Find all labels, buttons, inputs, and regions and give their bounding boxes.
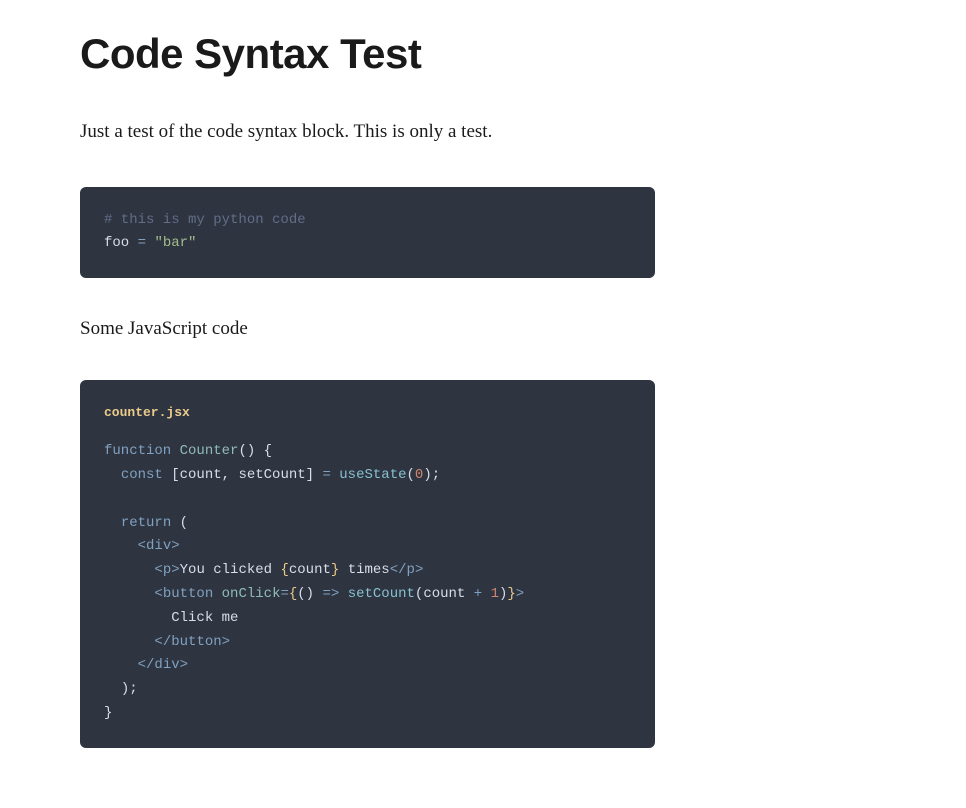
code-punct: ); [121, 681, 138, 697]
code-variable: foo [104, 235, 129, 251]
code-tag-bracket: </ [138, 657, 155, 673]
code-content: function Counter() { const [count, setCo… [104, 440, 631, 726]
code-filename: counter.jsx [104, 402, 631, 424]
code-operator: = [322, 467, 330, 483]
code-indent [104, 634, 154, 650]
code-indent [104, 586, 154, 602]
code-punct: () { [238, 443, 272, 459]
code-tag: button [163, 586, 213, 602]
code-punct: ( [171, 515, 188, 531]
code-punct: } [104, 705, 112, 721]
code-tag: p [163, 562, 171, 578]
code-tag-bracket: > [171, 562, 179, 578]
code-brace: } [507, 586, 515, 602]
code-variable: count [289, 562, 331, 578]
code-brace: { [280, 562, 288, 578]
code-tag-bracket: > [171, 538, 179, 554]
code-punct: ( [407, 467, 415, 483]
code-function-call: useState [339, 467, 406, 483]
code-tag-bracket: </ [154, 634, 171, 650]
code-variable: count [423, 586, 473, 602]
code-punct: () [297, 586, 314, 602]
code-space [213, 586, 221, 602]
code-space [171, 443, 179, 459]
code-block-jsx: counter.jsx function Counter() { const [… [80, 380, 655, 748]
code-indent [104, 681, 121, 697]
code-string: "bar" [154, 235, 196, 251]
code-indent [104, 562, 154, 578]
code-keyword: return [121, 515, 171, 531]
code-tag-bracket: < [154, 562, 162, 578]
code-arrow: => [314, 586, 348, 602]
code-indent [104, 657, 138, 673]
code-block-python: # this is my python code foo = "bar" [80, 187, 655, 279]
code-punct: ); [423, 467, 440, 483]
intro-paragraph: Just a test of the code syntax block. Th… [80, 118, 886, 147]
code-attr: onClick [222, 586, 281, 602]
code-number: 1 [491, 586, 499, 602]
code-text: You clicked [180, 562, 281, 578]
subtitle-text: Some JavaScript code [80, 318, 886, 340]
code-text: [count, setCount] [163, 467, 323, 483]
code-tag: div [154, 657, 179, 673]
code-indent [104, 467, 121, 483]
code-comment: # this is my python code [104, 212, 306, 228]
code-operator: = [129, 235, 154, 251]
code-indent [104, 515, 121, 531]
code-content: # this is my python code foo = "bar" [104, 209, 631, 257]
code-space [482, 586, 490, 602]
code-operator: + [474, 586, 482, 602]
code-operator: = [280, 586, 288, 602]
code-indent [104, 610, 171, 626]
code-tag-bracket: < [154, 586, 162, 602]
code-function-name: Counter [180, 443, 239, 459]
code-text: Click me [171, 610, 238, 626]
code-tag-bracket: < [138, 538, 146, 554]
code-tag-bracket: > [180, 657, 188, 673]
code-tag-bracket: </ [390, 562, 407, 578]
code-tag-bracket: > [222, 634, 230, 650]
code-indent [104, 538, 138, 554]
code-keyword: const [121, 467, 163, 483]
code-function-call: setCount [348, 586, 415, 602]
code-text: times [339, 562, 389, 578]
code-tag: div [146, 538, 171, 554]
page-title: Code Syntax Test [80, 30, 886, 78]
code-tag: p [407, 562, 415, 578]
code-tag: button [171, 634, 221, 650]
code-keyword: function [104, 443, 171, 459]
code-tag-bracket: > [415, 562, 423, 578]
code-tag-bracket: > [516, 586, 524, 602]
